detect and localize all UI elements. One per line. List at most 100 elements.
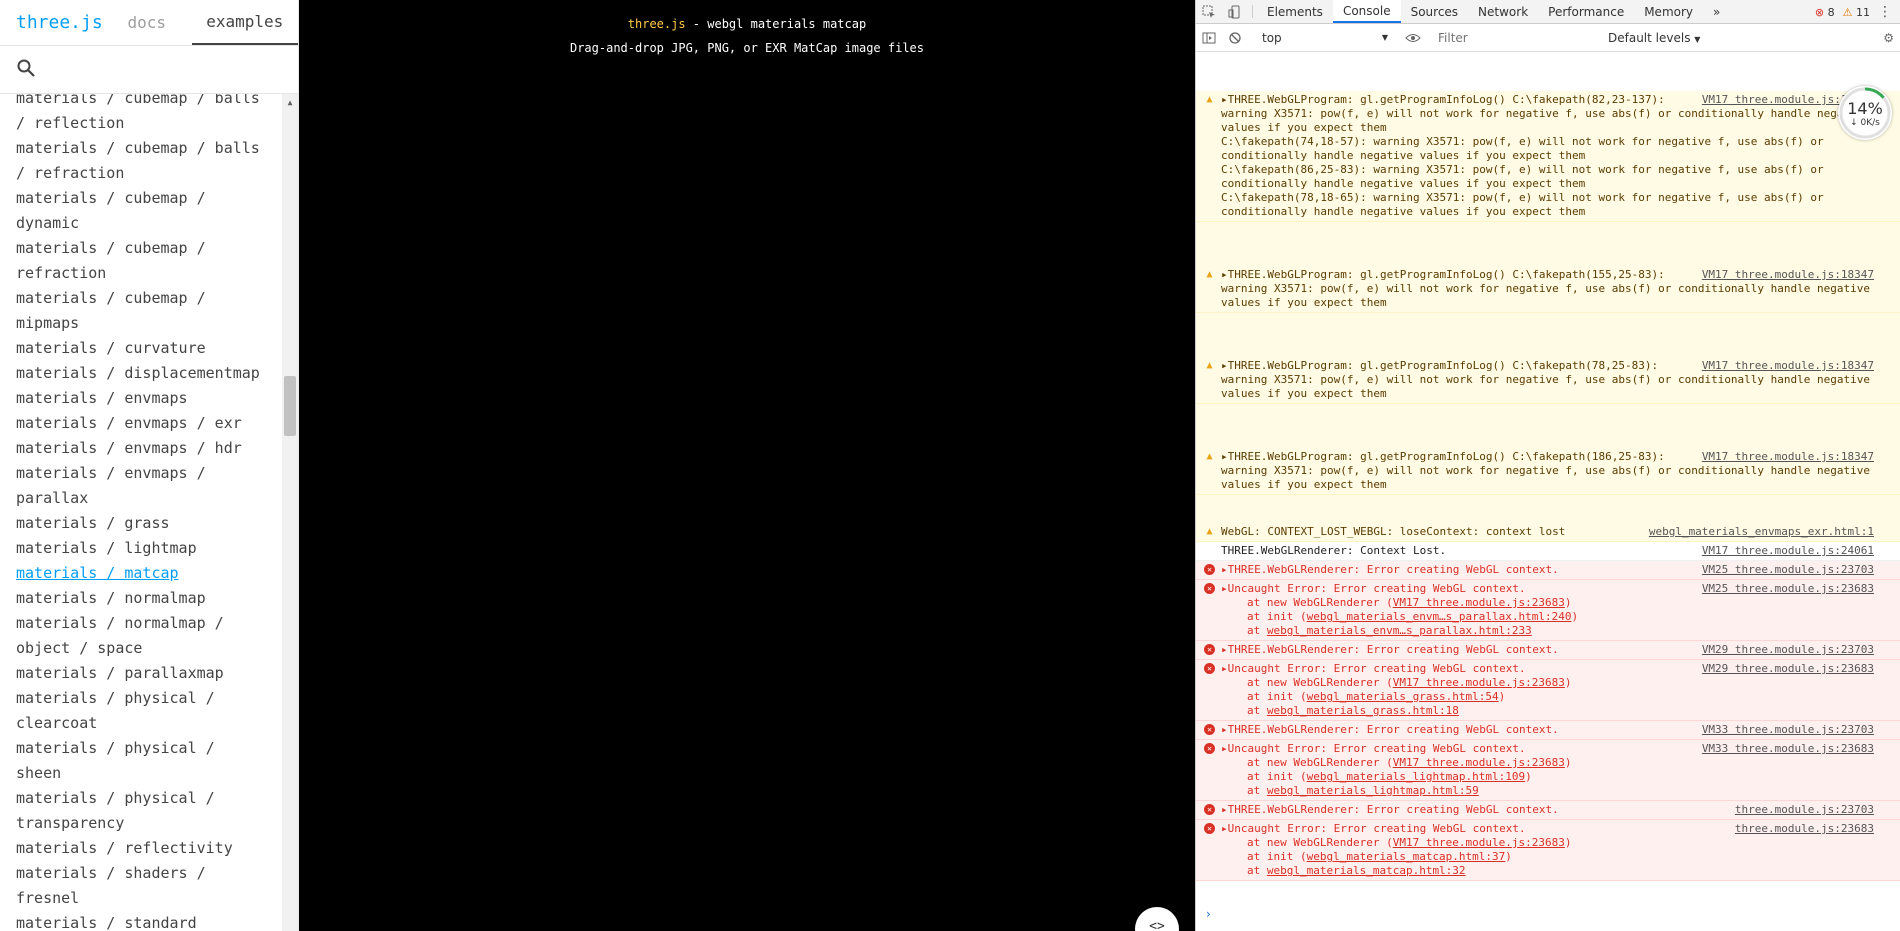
example-list-item[interactable]: materials / displacementmap bbox=[16, 361, 278, 386]
console-message-err[interactable]: ✕ ▸Uncaught Error: Error creating WebGL c… bbox=[1196, 740, 1900, 801]
console-message-err[interactable]: ✕ ▸THREE.WebGLRenderer: Error creating We… bbox=[1196, 801, 1900, 820]
warning-count-badge[interactable]: ⚠ 11 bbox=[1843, 6, 1870, 19]
error-count-badge[interactable]: ⊗ 8 bbox=[1815, 6, 1835, 19]
console-message-err[interactable]: ✕ ▸THREE.WebGLRenderer: Error creating We… bbox=[1196, 641, 1900, 660]
devtools-tab-memory[interactable]: Memory bbox=[1634, 0, 1703, 23]
stack-frame-link[interactable]: webgl_materials_matcap.html:37 bbox=[1307, 850, 1506, 863]
example-list-item[interactable]: materials / reflectivity bbox=[16, 836, 278, 861]
search-icon[interactable] bbox=[16, 58, 36, 82]
settings-gear-icon[interactable]: ⚙ bbox=[1883, 31, 1894, 45]
tab-docs[interactable]: docs bbox=[102, 0, 192, 45]
console-filter-input[interactable] bbox=[1438, 27, 1598, 48]
stack-frame-link[interactable]: VM17 three.module.js:23683 bbox=[1393, 836, 1565, 849]
webgl-viewport[interactable]: three.js - webgl materials matcap Drag-a… bbox=[299, 0, 1195, 931]
example-list-item[interactable]: materials / physical / transparency bbox=[16, 786, 278, 836]
example-list-item[interactable]: materials / grass bbox=[16, 511, 278, 536]
example-list-item[interactable]: materials / physical / sheen bbox=[16, 736, 278, 786]
devtools-tab-elements[interactable]: Elements bbox=[1257, 0, 1333, 23]
device-toolbar-icon[interactable] bbox=[1222, 0, 1248, 23]
example-list-item[interactable]: materials / envmaps / hdr bbox=[16, 436, 278, 461]
example-list-item[interactable]: materials / envmaps bbox=[16, 386, 278, 411]
network-speed-gauge[interactable]: 14% ↓ 0K/s bbox=[1838, 86, 1892, 140]
message-source-link[interactable]: VM33 three.module.js:23683 bbox=[1702, 742, 1874, 756]
example-list-item[interactable]: materials / cubemap / refraction bbox=[16, 236, 278, 286]
message-source-link[interactable]: three.module.js:23703 bbox=[1735, 803, 1874, 817]
message-source-link[interactable]: VM17 three.module.js:18347 bbox=[1702, 450, 1874, 464]
example-list-item[interactable]: materials / cubemap / balls / refraction bbox=[16, 136, 278, 186]
stack-frame-link[interactable]: webgl_materials_envm…s_parallax.html:240 bbox=[1307, 610, 1572, 623]
devtools-tab-console[interactable]: Console bbox=[1332, 0, 1401, 23]
message-source-link[interactable]: VM17 three.module.js:24061 bbox=[1702, 544, 1874, 558]
stack-frame-link[interactable]: webgl_materials_envm…s_parallax.html:233 bbox=[1267, 624, 1532, 637]
example-list-item[interactable]: materials / standard bbox=[16, 911, 278, 931]
example-list-item[interactable]: materials / cubemap / dynamic bbox=[16, 186, 278, 236]
log-levels-dropdown[interactable]: Default levels ▼ bbox=[1608, 31, 1700, 45]
message-source-link[interactable]: VM29 three.module.js:23683 bbox=[1702, 662, 1874, 676]
console-message-warn[interactable]: ▲ ▸THREE.WebGLProgram: gl.getProgramInfoL… bbox=[1196, 357, 1900, 404]
console-message-warn[interactable]: ▲ ▸THREE.WebGLProgram: gl.getProgramInfoL… bbox=[1196, 266, 1900, 313]
info-title: - webgl materials matcap bbox=[685, 17, 867, 31]
more-tabs-chevron-icon[interactable]: » bbox=[1703, 0, 1730, 23]
stack-frame-link[interactable]: VM17 three.module.js:23683 bbox=[1393, 596, 1565, 609]
console-message-log[interactable]: THREE.WebGLRenderer: Context Lost. VM17 t… bbox=[1196, 542, 1900, 561]
stack-frame-link[interactable]: VM17 three.module.js:23683 bbox=[1393, 756, 1565, 769]
message-source-link[interactable]: VM33 three.module.js:23703 bbox=[1702, 723, 1874, 737]
message-source-link[interactable]: VM17 three.module.js:18347 bbox=[1702, 359, 1874, 373]
example-list-item[interactable]: materials / envmaps / exr bbox=[16, 411, 278, 436]
tab-examples[interactable]: examples bbox=[191, 0, 298, 45]
example-list-item[interactable]: / reflection bbox=[16, 111, 278, 136]
example-list-item[interactable]: materials / shaders / fresnel bbox=[16, 861, 278, 911]
scrollbar-thumb[interactable] bbox=[284, 376, 296, 436]
example-list-item[interactable]: materials / normalmap / object / space bbox=[16, 611, 278, 661]
message-source-link[interactable]: VM29 three.module.js:23703 bbox=[1702, 643, 1874, 657]
example-list-item[interactable]: materials / physical / clearcoat bbox=[16, 686, 278, 736]
devtools-tab-performance[interactable]: Performance bbox=[1538, 0, 1634, 23]
kebab-menu-icon[interactable]: ⋮ bbox=[1878, 4, 1892, 20]
example-list-item[interactable]: materials / normalmap bbox=[16, 586, 278, 611]
console-message-err[interactable]: ✕ ▸THREE.WebGLRenderer: Error creating We… bbox=[1196, 721, 1900, 740]
threejs-link[interactable]: three.js bbox=[628, 17, 686, 31]
message-source-link[interactable]: three.module.js:23683 bbox=[1735, 822, 1874, 836]
stack-frame-link[interactable]: webgl_materials_grass.html:54 bbox=[1307, 690, 1499, 703]
example-list-item[interactable]: materials / cubemap / mipmaps bbox=[16, 286, 278, 336]
sidebar-scrollbar[interactable]: ▲ bbox=[282, 94, 298, 931]
brand-logo[interactable]: three.js bbox=[0, 0, 103, 45]
example-list-item[interactable]: materials / curvature bbox=[16, 336, 278, 361]
view-source-button[interactable]: <> bbox=[1135, 907, 1179, 931]
devtools-tab-sources[interactable]: Sources bbox=[1401, 0, 1468, 23]
search-row[interactable] bbox=[0, 46, 298, 94]
example-list-item[interactable]: materials / matcap bbox=[16, 561, 278, 586]
console-message-warn[interactable]: ▲ ▸THREE.WebGLProgram: gl.getProgramInfoL… bbox=[1196, 448, 1900, 495]
message-source-link[interactable]: VM25 three.module.js:23703 bbox=[1702, 563, 1874, 577]
console-message-warn[interactable]: ▲ WebGL: CONTEXT_LOST_WEBGL: loseContext:… bbox=[1196, 523, 1900, 542]
stack-frame-prefix: at bbox=[1247, 784, 1267, 797]
scroll-up-arrow-icon[interactable]: ▲ bbox=[282, 94, 298, 110]
example-list-item[interactable]: materials / parallaxmap bbox=[16, 661, 278, 686]
console-message-err[interactable]: ✕ ▸THREE.WebGLRenderer: Error creating We… bbox=[1196, 561, 1900, 580]
message-source-link[interactable]: webgl_materials_envmaps_exr.html:1 bbox=[1649, 525, 1874, 539]
stack-frame-link[interactable]: webgl_materials_lightmap.html:59 bbox=[1267, 784, 1479, 797]
sidebar-toggle-icon[interactable] bbox=[1196, 32, 1222, 44]
eye-icon[interactable] bbox=[1400, 33, 1426, 43]
example-list-item[interactable]: materials / cubemap / balls bbox=[16, 94, 278, 111]
console-message-warn[interactable]: ▲ ▸THREE.WebGLProgram: gl.getProgramInfoL… bbox=[1196, 91, 1900, 222]
console-message-err[interactable]: ✕ ▸Uncaught Error: Error creating WebGL c… bbox=[1196, 660, 1900, 721]
stack-frame-link[interactable]: VM17 three.module.js:23683 bbox=[1393, 676, 1565, 689]
devtools-tab-network[interactable]: Network bbox=[1468, 0, 1538, 23]
message-source-link[interactable]: VM25 three.module.js:23683 bbox=[1702, 582, 1874, 596]
context-selector[interactable]: top ▼ bbox=[1256, 28, 1394, 48]
stack-frame-link[interactable]: webgl_materials_matcap.html:32 bbox=[1267, 864, 1466, 877]
clear-console-icon[interactable] bbox=[1222, 31, 1248, 44]
console-prompt[interactable]: › bbox=[1206, 907, 1211, 921]
console-message-err[interactable]: ✕ ▸Uncaught Error: Error creating WebGL c… bbox=[1196, 580, 1900, 641]
console-message-err[interactable]: ✕ ▸Uncaught Error: Error creating WebGL c… bbox=[1196, 820, 1900, 881]
stack-frame-prefix: at new WebGLRenderer ( bbox=[1247, 756, 1393, 769]
error-icon: ✕ bbox=[1204, 804, 1215, 815]
example-list-item[interactable]: materials / lightmap bbox=[16, 536, 278, 561]
inspect-element-icon[interactable] bbox=[1196, 0, 1222, 23]
stack-frame: at init (webgl_materials_grass.html:54) bbox=[1221, 690, 1878, 704]
example-list-item[interactable]: materials / envmaps / parallax bbox=[16, 461, 278, 511]
message-source-link[interactable]: VM17 three.module.js:18347 bbox=[1702, 268, 1874, 282]
stack-frame-link[interactable]: webgl_materials_grass.html:18 bbox=[1267, 704, 1459, 717]
stack-frame-link[interactable]: webgl_materials_lightmap.html:109 bbox=[1307, 770, 1526, 783]
